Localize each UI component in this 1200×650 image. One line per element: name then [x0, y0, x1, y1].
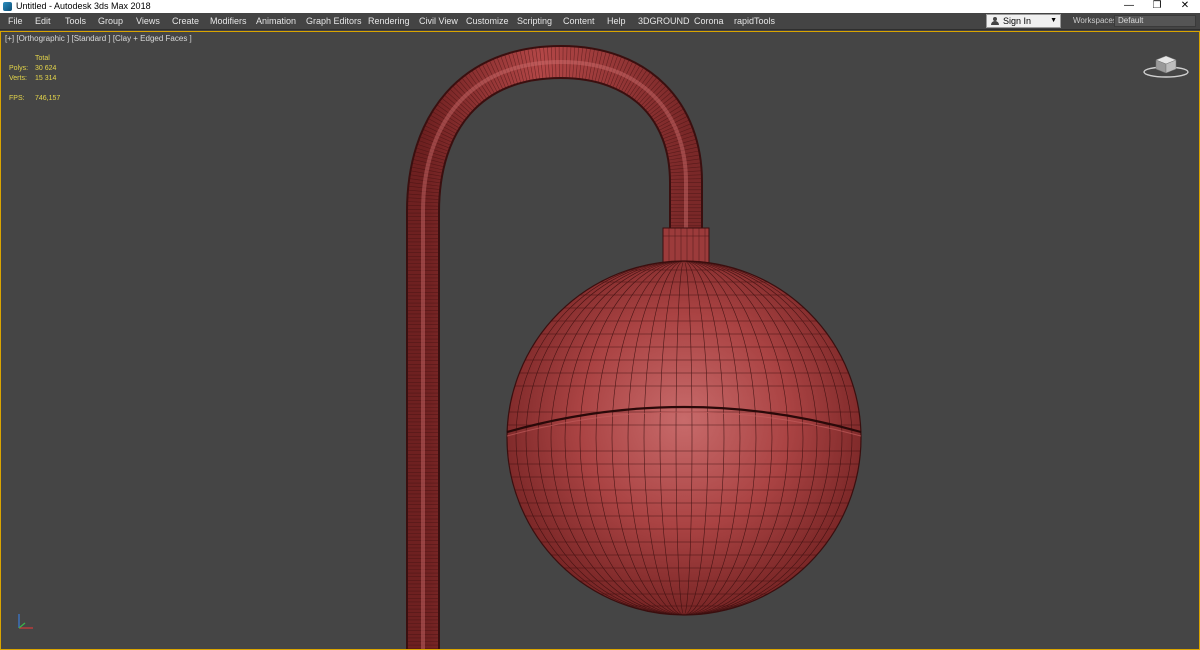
- polys-label: Polys:: [9, 65, 29, 72]
- perspective-viewport[interactable]: [+] [Orthographic ] [Standard ] [Clay + …: [0, 31, 1200, 650]
- window-title: Untitled - Autodesk 3ds Max 2018: [16, 1, 151, 11]
- menu-customize[interactable]: Customize: [466, 13, 509, 29]
- menu-tools[interactable]: Tools: [65, 13, 86, 29]
- viewcube-icon[interactable]: [1141, 50, 1191, 80]
- close-button[interactable]: ✕: [1170, 0, 1200, 13]
- menu-civil-view[interactable]: Civil View: [419, 13, 458, 29]
- menu-3dground[interactable]: 3DGROUND: [638, 13, 690, 29]
- verts-label: Verts:: [9, 75, 27, 82]
- menu-create[interactable]: Create: [172, 13, 199, 29]
- lamp-globe[interactable]: [501, 260, 867, 616]
- title-bar: Untitled - Autodesk 3ds Max 2018 — ❐ ✕: [0, 0, 1200, 13]
- menu-group[interactable]: Group: [98, 13, 123, 29]
- axis-tripod-icon: [18, 614, 33, 629]
- menu-rapidtools[interactable]: rapidTools: [734, 13, 775, 29]
- viewport-label[interactable]: [+] [Orthographic ] [Standard ] [Clay + …: [5, 34, 192, 43]
- maximize-button[interactable]: ❐: [1142, 0, 1172, 13]
- workspaces-label: Workspaces:: [1073, 16, 1120, 25]
- fps-label: FPS:: [9, 95, 25, 102]
- menu-graph-editors[interactable]: Graph Editors: [306, 13, 362, 29]
- user-icon: [991, 17, 999, 25]
- viewport-scene[interactable]: [1, 32, 1199, 649]
- fps-value: 746,157: [35, 95, 61, 102]
- menu-edit[interactable]: Edit: [35, 13, 51, 29]
- menu-content[interactable]: Content: [563, 13, 595, 29]
- app-icon: [3, 2, 12, 11]
- menu-corona[interactable]: Corona: [694, 13, 724, 29]
- polys-value: 30 624: [35, 65, 57, 72]
- workspaces-select[interactable]: Default: [1114, 15, 1196, 27]
- chevron-down-icon: ▼: [1050, 17, 1057, 24]
- sign-in-label: Sign In: [1003, 16, 1032, 26]
- stats-header: Total: [35, 55, 50, 62]
- menu-rendering[interactable]: Rendering: [368, 13, 410, 29]
- menu-scripting[interactable]: Scripting: [517, 13, 552, 29]
- menu-animation[interactable]: Animation: [256, 13, 296, 29]
- menu-modifiers[interactable]: Modifiers: [210, 13, 247, 29]
- menu-views[interactable]: Views: [136, 13, 160, 29]
- sign-in-button[interactable]: Sign In ▼: [986, 14, 1061, 28]
- verts-value: 15 314: [35, 75, 57, 82]
- menu-help[interactable]: Help: [607, 13, 626, 29]
- minimize-button[interactable]: —: [1114, 0, 1144, 13]
- menu-file[interactable]: File: [8, 13, 23, 29]
- menu-bar: File Edit Tools Group Views Create Modif…: [0, 13, 1200, 30]
